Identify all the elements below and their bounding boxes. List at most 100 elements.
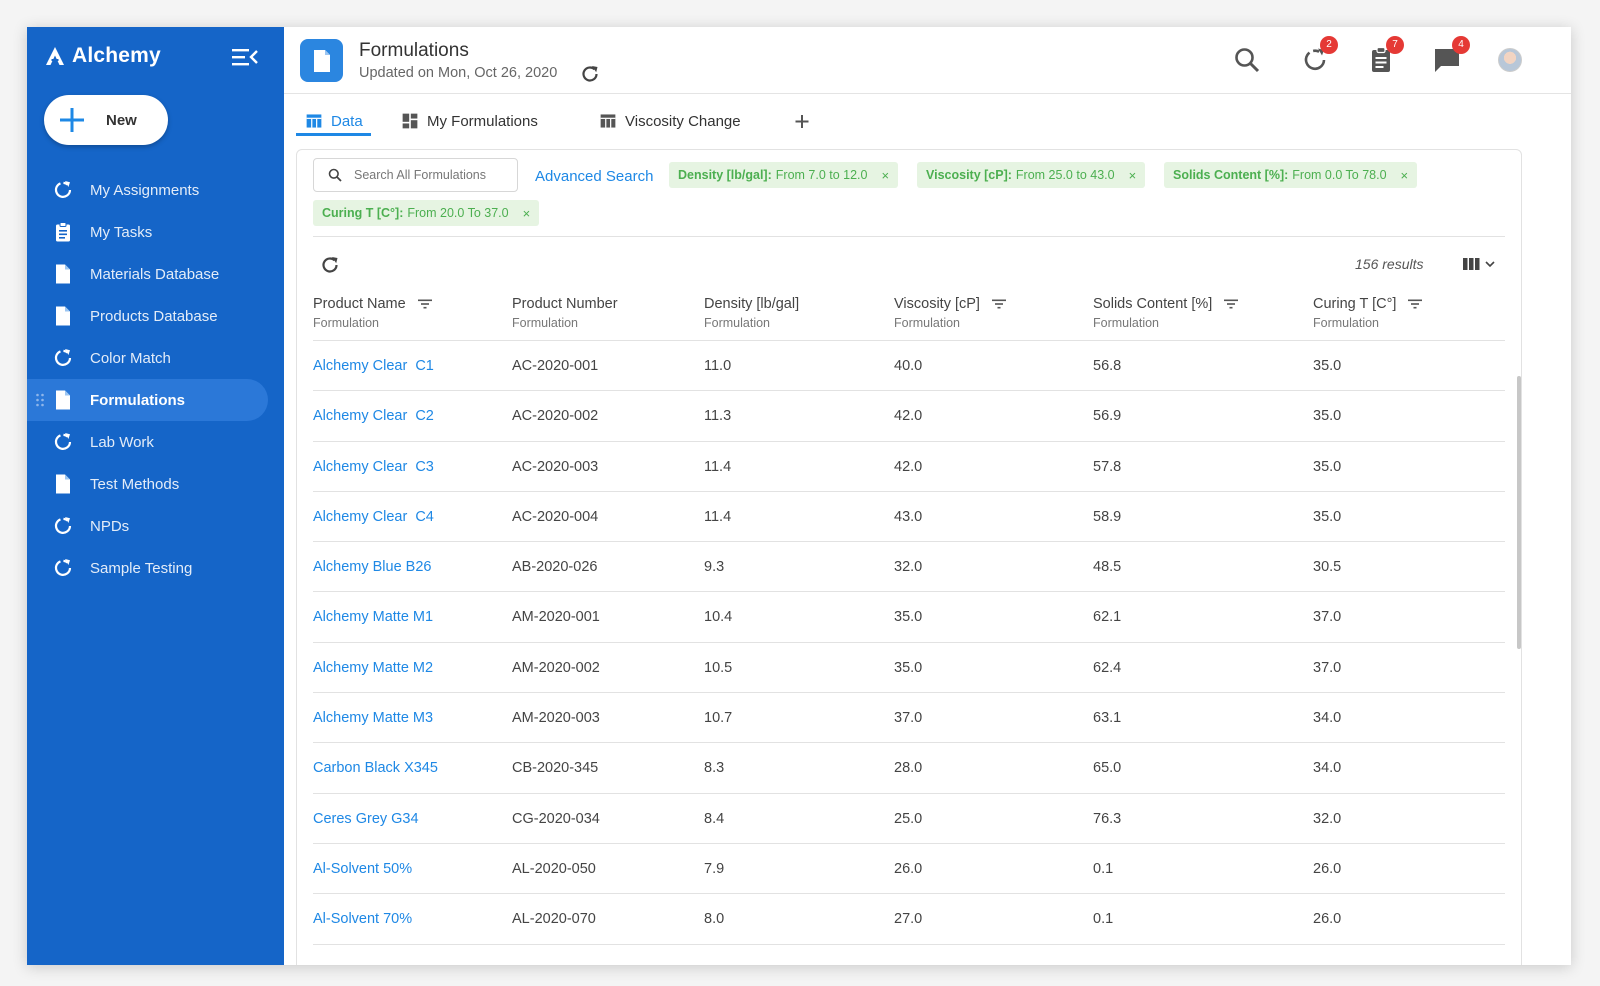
column-header[interactable]: Viscosity [cP] Formulation	[894, 296, 1006, 330]
remove-filter-icon[interactable]: ×	[1401, 168, 1409, 183]
sidebar-item-test-methods[interactable]: Test Methods	[27, 463, 284, 505]
table-row[interactable]: Al-Solvent 50% AL-2020-050 7.9 26.0 0.1 26.0	[313, 844, 1505, 895]
tab-my-formulations[interactable]: My Formulations	[401, 106, 538, 136]
sidebar-item-sample-testing[interactable]: Sample Testing	[27, 547, 284, 589]
product-name-link[interactable]: Al-Solvent 70%	[313, 911, 412, 927]
table-cell: 43.0	[894, 508, 923, 525]
product-name-link[interactable]: Alchemy Matte M3	[313, 710, 433, 726]
sidebar-item-npds[interactable]: NPDs	[27, 505, 284, 547]
sidebar-item-color-match[interactable]: Color Match	[27, 337, 284, 379]
column-label: Product Name	[313, 296, 406, 312]
drag-handle-icon[interactable]	[35, 393, 45, 407]
sidebar-item-formulations[interactable]: Formulations	[27, 379, 268, 421]
messages-icon[interactable]: 4	[1432, 36, 1470, 75]
table-row[interactable]: Alchemy Matte M3 AM-2020-003 10.7 37.0 63.1 3…	[313, 693, 1505, 744]
advanced-search-link[interactable]: Advanced Search	[535, 168, 653, 185]
page-title: Formulations	[359, 40, 469, 61]
table-cell: CB-2020-345	[512, 760, 599, 777]
filter-chip: Density [lb/gal]: From 7.0 to 12.0 ×	[669, 162, 899, 188]
product-name-link[interactable]: Al-Solvent 50%	[313, 861, 412, 877]
brand[interactable]: Alchemy	[44, 41, 161, 71]
table-row[interactable]: Alchemy Matte M1 AM-2020-001 10.4 35.0 62.1 3…	[313, 592, 1505, 643]
table-cell: 28.0	[894, 760, 923, 777]
product-name-link[interactable]: Ceres Grey G34	[313, 811, 419, 827]
search-input[interactable]	[354, 168, 514, 182]
column-filter-icon[interactable]	[417, 299, 432, 309]
table-row[interactable]: Alchemy Clear C1 AC-2020-001 11.0 40.0 56.8 3…	[313, 341, 1505, 392]
product-name-link[interactable]: Alchemy Clear C4	[313, 509, 434, 525]
table-row[interactable]: Alchemy Clear C2 AC-2020-002 11.3 42.0 56.9 3…	[313, 391, 1505, 442]
top-header: Formulations Updated on Mon, Oct 26, 202…	[284, 27, 1571, 94]
table-cell: 11.4	[704, 458, 732, 475]
sidebar-item-products-database[interactable]: Products Database	[27, 295, 284, 337]
collapse-menu-icon[interactable]	[230, 45, 260, 69]
table-cell: 26.0	[1313, 860, 1342, 877]
sidebar-item-my-tasks[interactable]: My Tasks	[27, 211, 284, 253]
product-name-link[interactable]: Carbon Black X345	[313, 760, 438, 776]
refresh-icon[interactable]	[579, 63, 601, 85]
table-row[interactable]: Alchemy Matte M2 AM-2020-002 10.5 35.0 62.4 3…	[313, 643, 1505, 694]
filter-chip: Curing T [C°]: From 20.0 To 37.0 ×	[313, 200, 540, 226]
column-filter-icon[interactable]	[991, 299, 1006, 309]
filter-field: Curing T [C°]:	[322, 206, 404, 220]
tasks-icon[interactable]: 7	[1366, 36, 1404, 75]
column-header[interactable]: Curing T [C°] Formulation	[1313, 296, 1423, 330]
product-name-link[interactable]: Alchemy Matte M1	[313, 609, 433, 625]
product-name-link[interactable]: Alchemy Blue B26	[313, 559, 431, 575]
table-cell: CG-2020-034	[512, 810, 600, 827]
table-row[interactable]: Alchemy Blue B26 AB-2020-026 9.3 32.0 48.5 30…	[313, 542, 1505, 593]
column-sublabel: Formulation	[894, 316, 960, 330]
remove-filter-icon[interactable]: ×	[523, 206, 531, 221]
filter-chip: Viscosity [cP]: From 25.0 to 43.0 ×	[917, 162, 1146, 188]
dashboard-icon	[401, 112, 419, 130]
product-name-link[interactable]: Alchemy Clear C3	[313, 459, 434, 475]
table-scrollbar[interactable]	[1517, 376, 1521, 649]
column-header[interactable]: Solids Content [%] Formulation	[1093, 296, 1239, 330]
table-cell: 8.0	[704, 911, 725, 928]
sidebar-item-lab-work[interactable]: Lab Work	[27, 421, 284, 463]
table-row[interactable]: Al-Solvent 70% AL-2020-070 8.0 27.0 0.1 26.0	[313, 894, 1505, 945]
sidebar-item-my-assignments[interactable]: My Assignments	[27, 169, 284, 211]
new-button[interactable]: New	[44, 95, 168, 145]
tab-data[interactable]: Data	[305, 106, 363, 136]
table-row[interactable]: Ceres Grey G34 CG-2020-034 8.4 25.0 76.3 32.0	[313, 794, 1505, 844]
tab-viscosity-change[interactable]: Viscosity Change	[599, 106, 741, 136]
add-tab-button[interactable]	[791, 106, 813, 136]
table-row[interactable]: Alchemy Clear C3 AC-2020-003 11.4 42.0 57.8 3…	[313, 442, 1505, 492]
sidebar-item-materials-database[interactable]: Materials Database	[27, 253, 284, 295]
table-row[interactable]: Carbon Black X345 CB-2020-345 8.3 28.0 65.0 3…	[313, 743, 1505, 794]
search-icon[interactable]	[1232, 45, 1262, 75]
product-name-link[interactable]: Alchemy Clear C1	[313, 358, 434, 374]
filter-field: Density [lb/gal]:	[678, 168, 772, 182]
table-cell: AC-2020-003	[512, 458, 599, 475]
column-filter-icon[interactable]	[1408, 299, 1423, 309]
remove-filter-icon[interactable]: ×	[881, 168, 889, 183]
table-cell: 34.0	[1313, 760, 1342, 777]
table-row[interactable]: Alchemy Clear C4 AC-2020-004 11.4 43.0 58.9 3…	[313, 492, 1505, 543]
plus-icon	[60, 108, 84, 132]
table-cell: 35.0	[894, 609, 923, 626]
search-icon	[328, 168, 342, 182]
table-cell: 34.0	[1313, 710, 1342, 727]
product-name-link[interactable]: Alchemy Matte M2	[313, 660, 433, 676]
new-button-label: New	[106, 111, 137, 129]
column-sublabel: Formulation	[704, 316, 770, 330]
file-icon	[52, 389, 74, 411]
table-cell: 7.9	[704, 860, 725, 877]
table-refresh-icon[interactable]	[319, 254, 341, 276]
user-avatar[interactable]	[1498, 48, 1522, 72]
column-header[interactable]: Product Number Formulation	[512, 296, 618, 330]
sidebar-item-label: My Tasks	[90, 223, 153, 241]
column-header[interactable]: Density [lb/gal] Formulation	[704, 296, 799, 330]
columns-toggle-icon[interactable]	[1461, 254, 1499, 274]
file-icon	[52, 473, 74, 495]
column-label: Solids Content [%]	[1093, 296, 1213, 312]
sidebar-item-label: Lab Work	[90, 433, 154, 451]
assignments-icon[interactable]: 2	[1300, 36, 1338, 75]
table-cell: 40.0	[894, 358, 923, 374]
column-header[interactable]: Product Name Formulation	[313, 296, 432, 330]
product-name-link[interactable]: Alchemy Clear C2	[313, 408, 434, 424]
remove-filter-icon[interactable]: ×	[1129, 168, 1137, 183]
table-body: Alchemy Clear C1 AC-2020-001 11.0 40.0 56.8 3…	[313, 341, 1505, 945]
column-filter-icon[interactable]	[1224, 299, 1239, 309]
